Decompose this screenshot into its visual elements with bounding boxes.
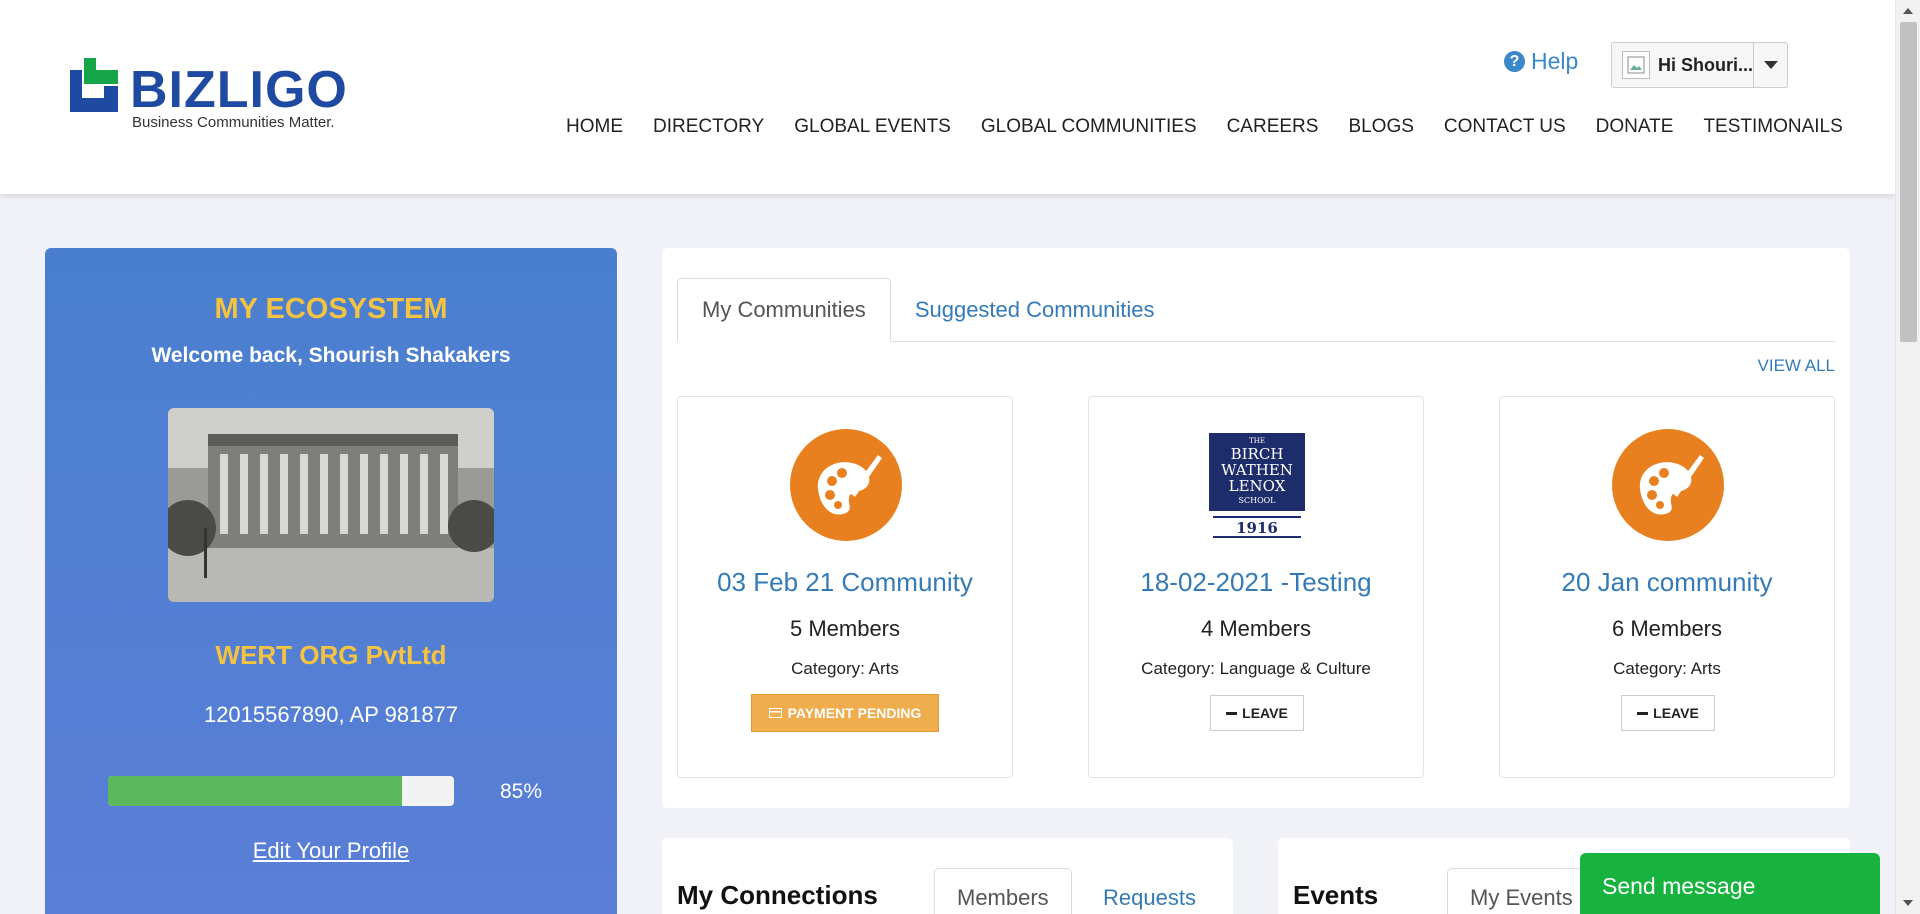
user-greeting: Hi Shouri... (1658, 54, 1754, 75)
leave-label: LEAVE (1653, 705, 1699, 721)
community-card: 03 Feb 21 Community 5 Members Category: … (677, 396, 1013, 778)
tab-requests[interactable]: Requests (1081, 868, 1218, 914)
bizligo-logo[interactable]: BIZLIGO Business Communities Matter. (70, 58, 347, 138)
view-all-link[interactable]: VIEW ALL (1758, 356, 1835, 376)
community-card: 20 Jan community 6 Members Category: Art… (1499, 396, 1835, 778)
crest-text-school: SCHOOL (1238, 496, 1276, 505)
nav-donate[interactable]: DONATE (1596, 116, 1674, 138)
credit-card-icon (768, 708, 782, 718)
nav-blogs[interactable]: BLOGS (1348, 116, 1413, 138)
community-name[interactable]: 03 Feb 21 Community (678, 567, 1012, 598)
community-name[interactable]: 20 Jan community (1500, 567, 1834, 598)
leave-button[interactable]: LEAVE (1210, 695, 1304, 731)
broken-image-icon (1622, 51, 1650, 79)
connections-panel: My Connections Members Requests (662, 838, 1233, 914)
organization-contact: 12015567890, AP 981877 (203, 702, 459, 727)
community-category: Category: Arts (1613, 659, 1721, 678)
palette-icon[interactable] (1610, 427, 1726, 543)
question-circle-icon: ? (1504, 51, 1525, 72)
nav-global-communities[interactable]: GLOBAL COMMUNITIES (981, 116, 1197, 138)
bizligo-logo-mark (70, 58, 118, 112)
edit-profile-link[interactable]: Edit Your Profile (45, 838, 617, 864)
leave-label: LEAVE (1242, 705, 1288, 721)
scrollbar-thumb[interactable] (1900, 22, 1917, 342)
minus-icon (1637, 711, 1649, 715)
nav-careers[interactable]: CAREERS (1227, 116, 1319, 138)
site-header: BIZLIGO Business Communities Matter. ? H… (0, 0, 1895, 194)
logo-tagline: Business Communities Matter. (132, 114, 335, 131)
school-crest-logo[interactable]: THE BIRCH WATHEN LENOX SCHOOL 1916 (1199, 427, 1315, 543)
community-members: 6 Members (1611, 616, 1723, 641)
communities-tabs: My Communities Suggested Communities (677, 278, 1835, 342)
communities-panel: My Communities Suggested Communities VIE… (662, 248, 1850, 808)
community-members: 4 Members (1200, 616, 1312, 641)
community-cards: 03 Feb 21 Community 5 Members Category: … (677, 396, 1835, 778)
profile-progress-bar (108, 776, 454, 806)
ecosystem-card: MY ECOSYSTEM Welcome back, Shourish Shak… (45, 248, 617, 914)
nav-contact-us[interactable]: CONTACT US (1444, 116, 1566, 138)
community-members: 5 Members (789, 616, 901, 641)
payment-pending-button[interactable]: PAYMENT PENDING (751, 694, 939, 732)
help-label: Help (1531, 48, 1579, 74)
payment-pending-label: PAYMENT PENDING (787, 705, 922, 721)
crest-text-lenox: LENOX (1229, 477, 1286, 495)
nav-testimonials[interactable]: TESTIMONAILS (1703, 116, 1842, 138)
logo-wordmark: BIZLIGO (130, 61, 348, 119)
connections-title: My Connections (677, 880, 878, 910)
crest-text-year: 1916 (1236, 519, 1278, 537)
user-menu[interactable]: Hi Shouri... (1611, 42, 1788, 88)
minus-icon (1226, 711, 1238, 715)
organization-name: WERT ORG PvtLtd (215, 640, 447, 670)
scroll-up-arrow-icon[interactable] (1903, 8, 1913, 14)
palette-icon[interactable] (788, 427, 904, 543)
profile-progress-label: 85% (500, 780, 543, 803)
events-title: Events (1293, 880, 1379, 910)
nav-home[interactable]: HOME (566, 116, 623, 138)
organization-photo (168, 408, 494, 602)
tab-my-events[interactable]: My Events (1447, 868, 1596, 914)
chevron-down-icon[interactable] (1753, 43, 1787, 87)
help-link[interactable]: ? Help (1504, 48, 1578, 75)
main-nav: HOME DIRECTORY GLOBAL EVENTS GLOBAL COMM… (566, 116, 1873, 138)
crest-text-the: THE (1249, 437, 1265, 445)
leave-button[interactable]: LEAVE (1621, 695, 1715, 731)
page-scrollbar[interactable] (1895, 0, 1920, 914)
tab-my-communities[interactable]: My Communities (677, 278, 891, 342)
community-name[interactable]: 18-02-2021 -Testing (1089, 567, 1423, 598)
send-message-widget[interactable]: Send message (1580, 853, 1880, 914)
welcome-message: Welcome back, Shourish Shakakers (151, 344, 511, 367)
tab-members[interactable]: Members (934, 868, 1072, 914)
nav-global-events[interactable]: GLOBAL EVENTS (794, 116, 951, 138)
community-category: Category: Language & Culture (1141, 659, 1371, 678)
ecosystem-title: MY ECOSYSTEM (214, 293, 448, 325)
community-category: Category: Arts (791, 659, 899, 678)
tab-suggested-communities[interactable]: Suggested Communities (891, 278, 1179, 342)
nav-directory[interactable]: DIRECTORY (653, 116, 764, 138)
community-card: THE BIRCH WATHEN LENOX SCHOOL 1916 18-02… (1088, 396, 1424, 778)
profile-progress-fill (108, 776, 403, 806)
scroll-down-arrow-icon[interactable] (1903, 900, 1913, 906)
